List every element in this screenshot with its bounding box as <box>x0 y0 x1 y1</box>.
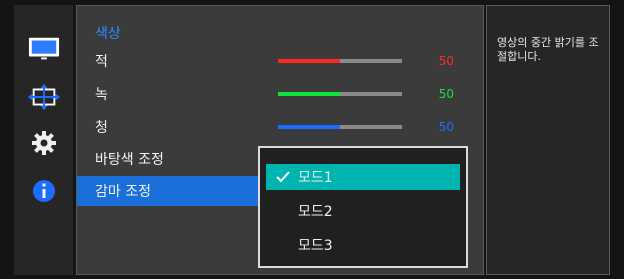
green-slider[interactable] <box>278 92 402 96</box>
gamma-mode-dropdown[interactable]: 모드1 모드2 모드3 <box>258 146 468 268</box>
monitor-icon[interactable] <box>28 35 60 63</box>
resize-arrows-icon[interactable] <box>28 83 60 111</box>
red-slider-fill <box>278 59 340 63</box>
osd-menu: 색상 적 50 녹 50 청 50 바탕색 조정 감마 조정 모드1 모드2 모… <box>0 0 624 279</box>
green-label: 녹 <box>95 87 108 103</box>
gamma-option-mode2[interactable]: 모드2 <box>266 198 460 224</box>
sidebar <box>14 5 73 275</box>
info-icon[interactable] <box>28 177 60 205</box>
help-text: 영상의 중간 밝기를 조절합니다. <box>497 36 599 63</box>
gear-icon[interactable] <box>28 129 60 157</box>
color-menu-panel: 색상 적 50 녹 50 청 50 바탕색 조정 감마 조정 모드1 모드2 모… <box>76 5 484 275</box>
menu-title: 색상 <box>95 26 121 42</box>
red-label: 적 <box>95 54 108 70</box>
green-slider-fill <box>278 92 340 96</box>
gamma-adjust-item[interactable]: 감마 조정 <box>77 176 275 206</box>
blue-slider[interactable] <box>278 125 402 129</box>
help-panel: 영상의 중간 밝기를 조절합니다. <box>486 5 610 275</box>
gamma-option-mode1[interactable]: 모드1 <box>266 164 460 190</box>
green-value: 50 <box>438 87 454 101</box>
gamma-option-mode3[interactable]: 모드3 <box>266 232 460 258</box>
red-setting-row[interactable]: 적 50 <box>77 46 472 76</box>
blue-value: 50 <box>438 120 454 134</box>
check-icon <box>276 171 290 183</box>
gamma-option-label: 모드1 <box>298 170 333 186</box>
blue-setting-row[interactable]: 청 50 <box>77 112 472 142</box>
blue-label: 청 <box>95 120 108 136</box>
red-value: 50 <box>438 54 454 68</box>
green-setting-row[interactable]: 녹 50 <box>77 79 472 109</box>
red-slider[interactable] <box>278 59 402 63</box>
gamma-option-label: 모드2 <box>298 204 333 220</box>
gamma-option-label: 모드3 <box>298 238 333 254</box>
blue-slider-fill <box>278 125 340 129</box>
